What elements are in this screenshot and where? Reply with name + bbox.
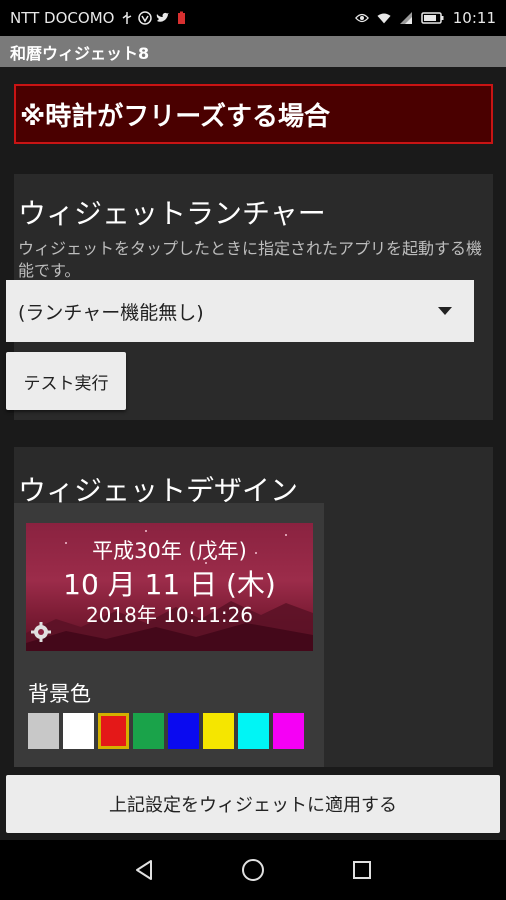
test-run-button[interactable]: テスト実行 [6, 352, 126, 410]
freeze-warning-text: ※時計がフリーズする場合 [20, 101, 330, 132]
home-circle-icon [241, 859, 264, 881]
freeze-warning-link[interactable]: ※時計がフリーズする場合 [14, 84, 493, 144]
gear-icon[interactable] [30, 621, 52, 643]
color-swatch[interactable] [28, 713, 59, 749]
color-swatch[interactable] [63, 713, 94, 749]
background-color-label: 背景色 [28, 682, 91, 706]
back-button[interactable] [124, 850, 164, 890]
recents-square-icon [352, 861, 371, 879]
design-card: 平成30年 (戊年) 10 月 11 日 (木) 2018年 10:11:26 … [14, 503, 324, 767]
color-swatch[interactable] [98, 713, 129, 749]
color-swatch[interactable] [168, 713, 199, 749]
color-swatch[interactable] [273, 713, 304, 749]
wifi-icon [377, 11, 391, 25]
home-button[interactable] [233, 850, 273, 890]
preview-datetime-line: 2018年 10:11:26 [85, 603, 254, 627]
widget-preview[interactable]: 平成30年 (戊年) 10 月 11 日 (木) 2018年 10:11:26 [26, 523, 313, 651]
color-swatch[interactable] [238, 713, 269, 749]
battery-alert-icon [174, 11, 188, 25]
app-title: 和暦ウィジェット8 [10, 43, 150, 63]
preview-date-line: 10 月 11 日 (木) [63, 568, 276, 601]
preview-era-line: 平成30年 (戊年) [92, 539, 247, 563]
color-swatch[interactable] [203, 713, 234, 749]
launcher-app-select[interactable]: (ランチャー機能無し) [6, 280, 474, 342]
dropdown-arrow-icon [438, 307, 452, 315]
color-swatch[interactable] [133, 713, 164, 749]
twitter-icon [156, 11, 170, 25]
recents-button[interactable] [342, 850, 382, 890]
launcher-description: ウィジェットをタップしたときに指定されたアプリを起動する機能です。 [18, 239, 483, 280]
app-title-bar: 和暦ウィジェット8 [0, 36, 506, 67]
notification-icons [120, 11, 188, 25]
signal-icon [399, 11, 413, 25]
design-panel: ウィジェットデザイン 平成30年 (戊年) 10 月 11 日 (木) 2018… [14, 447, 493, 767]
apply-bar: 上記設定をウィジェットに適用する [0, 767, 506, 840]
eye-icon [354, 11, 369, 25]
status-bar: NTT DOCOMO 10:11 [0, 0, 506, 36]
launcher-title: ウィジェットランチャー [18, 197, 326, 230]
apply-to-widget-button[interactable]: 上記設定をウィジェットに適用する [6, 775, 500, 833]
system-icons: 10:11 [354, 9, 496, 27]
battery-icon [421, 11, 445, 25]
usb-icon [120, 11, 134, 25]
shield-icon [138, 11, 153, 25]
background-color-swatches [28, 713, 304, 749]
settings-content[interactable]: ※時計がフリーズする場合 ウィジェットランチャー ウィジェットをタップしたときに… [0, 67, 506, 767]
launcher-app-select-value: (ランチャー機能無し) [18, 301, 204, 324]
clock-time: 10:11 [452, 9, 496, 27]
navigation-bar [0, 840, 506, 900]
back-triangle-icon [136, 860, 153, 880]
carrier-name: NTT DOCOMO [10, 9, 115, 27]
